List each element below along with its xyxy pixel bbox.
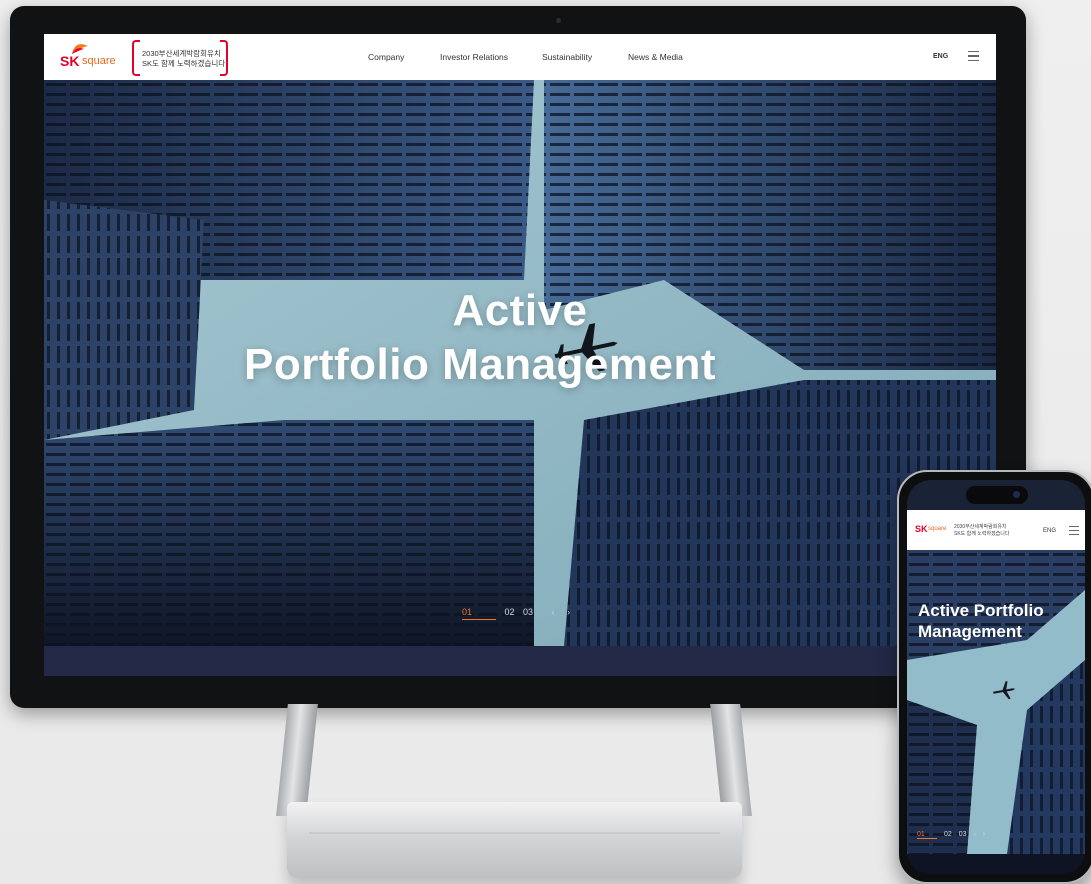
monitor-stand-base [287,802,742,878]
mobile-hamburger-icon[interactable] [1069,526,1079,538]
nav-item-investor-relations[interactable]: Investor Relations [440,52,542,62]
site-header: SK square 2030부산세계박람회유치 SK도 함께 노력하겠습니다 C… [44,34,996,80]
monitor-stand-arm-right [710,704,752,816]
mobile-hero: Active Portfolio Management 01 02 03 ‹ › [907,550,1085,854]
chevron-left-icon[interactable]: ‹ [552,607,555,617]
chevron-right-icon[interactable]: › [567,607,570,617]
camera-dot [556,18,561,23]
mobile-chevron-left-icon[interactable]: ‹ [973,831,975,838]
mobile-language-toggle[interactable]: ENG [1043,528,1056,534]
main-nav: Company Investor Relations Sustainabilit… [368,52,708,62]
desktop-monitor: SK square 2030부산세계박람회유치 SK도 함께 노력하겠습니다 C… [10,6,1026,708]
pager-current[interactable]: 01 [462,607,496,620]
mobile-campaign-banner[interactable]: 2030부산세계박람회유치 SK도 함께 노력하겠습니다 [954,524,1009,538]
mobile-hero-background [907,550,1085,854]
hero-bottom-band [44,646,996,676]
logo-sk-text: SK [60,53,80,69]
nav-item-company[interactable]: Company [368,52,440,62]
monitor-stand-arm-left [276,704,318,816]
mobile-logo-sk[interactable]: SK [915,524,928,534]
hero-title-line-2: Portfolio Management [243,340,717,389]
nav-item-news-media[interactable]: News & Media [628,52,708,62]
mobile-hero-title: Active Portfolio Management [918,600,1044,642]
slide-pager: 01 02 03 ‹ › [462,607,570,620]
pager-page-3[interactable]: 03 [523,607,533,617]
mobile-phone: SK square 2030부산세계박람회유치 SK도 함께 노력하겠습니다 E… [897,470,1091,884]
nav-item-sustainability[interactable]: Sustainability [542,52,628,62]
mobile-pager-page-3[interactable]: 03 [959,831,967,838]
language-toggle[interactable]: ENG [933,53,948,60]
campaign-bracket-right [220,40,228,76]
expo-campaign-banner[interactable]: 2030부산세계박람회유치 SK도 함께 노력하겠습니다 [132,40,228,76]
campaign-bracket-left [132,40,140,76]
desktop-screen: SK square 2030부산세계박람회유치 SK도 함께 노력하겠습니다 C… [44,34,996,676]
hero-slider: Active Portfolio Management [44,80,996,646]
mobile-bottom-band [907,854,1085,874]
mobile-title-line-2: Management [918,622,1022,641]
mobile-screen: SK square 2030부산세계박람회유치 SK도 함께 노력하겠습니다 E… [907,480,1085,874]
logo-square-text: square [82,55,116,67]
pager-page-2[interactable]: 02 [505,607,515,617]
dynamic-island [966,486,1028,504]
mobile-logo-square: square [928,526,947,532]
mobile-header: SK square 2030부산세계박람회유치 SK도 함께 노력하겠습니다 E… [907,510,1085,550]
mobile-title-line-1: Active Portfolio [918,601,1044,620]
mobile-pager-page-2[interactable]: 02 [944,831,952,838]
hamburger-icon[interactable] [968,51,979,61]
mobile-pager-current[interactable]: 01 [917,831,937,839]
mobile-slide-pager: 01 02 03 ‹ › [917,831,990,839]
hero-title-line-1: Active [452,286,588,335]
campaign-line-2: SK도 함께 노력하겠습니다 [142,59,226,68]
mobile-campaign-line-1: 2030부산세계박람회유치 [954,524,1007,530]
mobile-chevron-right-icon[interactable]: › [983,831,985,838]
mobile-campaign-line-2: SK도 함께 노력하겠습니다 [954,531,1010,537]
sk-square-logo[interactable]: SK square [60,42,118,72]
